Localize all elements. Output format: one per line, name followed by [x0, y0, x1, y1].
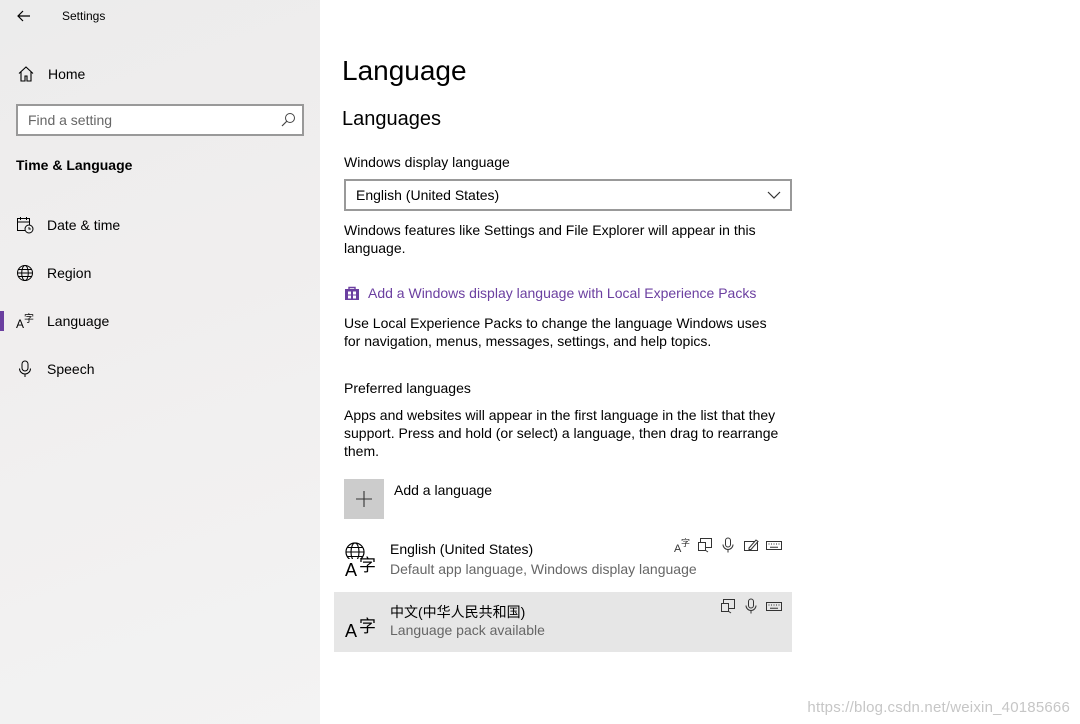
display-language-description: Windows features like Settings and File … [344, 222, 756, 256]
language-row-english[interactable]: A字 English (United States) Default app l… [334, 531, 792, 591]
globe-icon [16, 264, 34, 282]
search-box[interactable] [16, 104, 304, 136]
chevron-down-icon [766, 187, 782, 203]
language-name: English (United States) [390, 541, 534, 557]
watermark: https://blog.csdn.net/weixin_40185666 [807, 699, 1070, 716]
display-language-dropdown[interactable]: English (United States) [344, 179, 792, 211]
language-features: A字 [674, 537, 782, 555]
language-features [720, 598, 782, 614]
preferred-languages-description: Apps and websites will appear in the fir… [344, 407, 779, 459]
add-lep-link[interactable]: Add a Windows display language with Loca… [344, 285, 756, 301]
text-to-speech-icon [720, 598, 736, 614]
text-to-speech-icon [697, 537, 713, 553]
language-globe-icon: A字 [344, 541, 378, 580]
speech-recognition-icon [743, 598, 759, 614]
microphone-icon [16, 360, 34, 378]
preferred-languages-label: Preferred languages [344, 380, 471, 396]
app-title: Settings [62, 9, 106, 23]
back-arrow-icon[interactable] [14, 6, 34, 26]
search-icon[interactable] [280, 112, 296, 128]
svg-text:字: 字 [359, 617, 376, 637]
sidebar-item-label: Speech [47, 361, 95, 377]
language-icon: A字 [16, 312, 34, 330]
add-language-label: Add a language [394, 482, 493, 498]
lep-description: Use Local Experience Packs to change the… [344, 315, 767, 349]
display-language-value: English (United States) [356, 187, 500, 203]
keyboard-icon [766, 598, 782, 614]
nav-home[interactable]: Home [16, 62, 304, 86]
plus-icon [344, 479, 384, 519]
add-language-button[interactable]: Add a language [344, 479, 492, 519]
sidebar-item-label: Date & time [47, 217, 121, 233]
display-language-icon: A字 [674, 537, 690, 555]
main-content: Language Languages Windows display langu… [320, 0, 1080, 724]
svg-text:字: 字 [681, 537, 690, 549]
language-status: Language pack available [390, 622, 545, 638]
language-icon: A字 [344, 602, 378, 641]
store-bag-icon [344, 285, 360, 301]
keyboard-icon [766, 537, 782, 553]
sidebar-item-label: Language [47, 313, 110, 329]
sidebar-item-date-time[interactable]: Date & time [0, 205, 320, 245]
calendar-clock-icon [16, 216, 34, 234]
sidebar: Settings Home Time & Language Date & tim… [0, 0, 320, 724]
svg-text:字: 字 [24, 312, 34, 325]
svg-text:A: A [345, 560, 357, 577]
sidebar-item-label: Region [47, 265, 92, 281]
language-row-chinese[interactable]: A字 中文(中华人民共和国) Language pack available [334, 592, 792, 652]
section-title: Time & Language [16, 157, 133, 173]
page-title: Language [342, 55, 467, 86]
home-icon [16, 64, 36, 84]
speech-recognition-icon [720, 537, 736, 553]
sidebar-item-language[interactable]: A字 Language [0, 301, 320, 341]
section-heading: Languages [342, 108, 441, 130]
home-label: Home [48, 66, 86, 82]
svg-text:A: A [16, 317, 24, 330]
search-input[interactable] [18, 106, 268, 134]
language-status: Default app language, Windows display la… [390, 561, 697, 577]
svg-text:字: 字 [359, 556, 376, 576]
handwriting-icon [743, 537, 759, 553]
sidebar-item-speech[interactable]: Speech [0, 349, 320, 389]
add-lep-link-label: Add a Windows display language with Loca… [368, 285, 757, 301]
display-language-label: Windows display language [344, 154, 510, 170]
language-name: 中文(中华人民共和国) [390, 604, 526, 620]
sidebar-item-region[interactable]: Region [0, 253, 320, 293]
svg-text:A: A [345, 621, 357, 638]
